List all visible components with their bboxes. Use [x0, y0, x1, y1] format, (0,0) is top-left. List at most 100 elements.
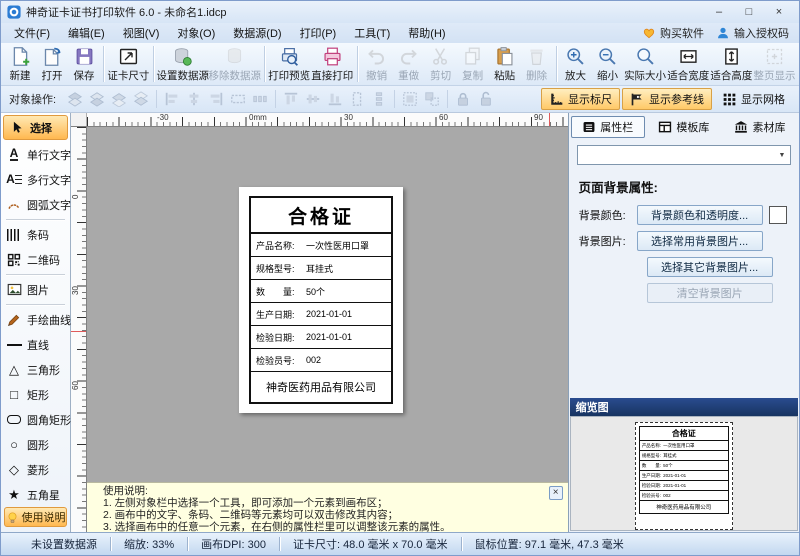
- print-preview-button[interactable]: 打印预览: [268, 44, 311, 84]
- set-datasource-button[interactable]: 设置数据源: [157, 44, 209, 84]
- tool-barcode[interactable]: 条码: [1, 222, 70, 247]
- background-color-button[interactable]: 背景颜色和透明度...: [637, 205, 763, 225]
- certificate-row[interactable]: 生产日期: 2021-01-01: [251, 303, 391, 326]
- menu-tools[interactable]: 工具(T): [345, 23, 399, 43]
- tool-diamond[interactable]: ◇ 菱形: [1, 457, 70, 482]
- tab-templates[interactable]: 模板库: [647, 116, 721, 138]
- tab-materials[interactable]: 素材库: [723, 116, 797, 138]
- group-icon: [400, 90, 420, 108]
- choose-common-background-button[interactable]: 选择常用背景图片...: [637, 231, 763, 251]
- usage-help-button[interactable]: 使用说明: [4, 507, 67, 527]
- maximize-button[interactable]: □: [735, 4, 763, 20]
- menu-file[interactable]: 文件(F): [5, 23, 59, 43]
- thumbnail-card[interactable]: 合格证 产品名称:一次性医用口罩 规格型号:耳挂式 数 量:50个 生产日期:2…: [635, 422, 733, 530]
- tool-image[interactable]: 图片: [1, 277, 70, 302]
- design-canvas[interactable]: 合格证 产品名称: 一次性医用口罩 规格型号: 耳挂式: [87, 127, 568, 482]
- object-selector-dropdown[interactable]: ▼: [577, 145, 791, 165]
- fit-width-button[interactable]: 适合宽度: [667, 44, 710, 84]
- help-box-close-button[interactable]: ×: [549, 486, 563, 500]
- menu-datasource[interactable]: 数据源(D): [224, 23, 290, 43]
- certificate-row[interactable]: 检验日期: 2021-01-01: [251, 326, 391, 349]
- tool-rounded-rectangle[interactable]: 圆角矩形: [1, 407, 70, 432]
- tool-label: 选择: [30, 120, 52, 136]
- tool-circle[interactable]: ○ 圆形: [1, 432, 70, 457]
- undo-icon: [366, 46, 387, 67]
- zoom-in-button[interactable]: 放大: [559, 44, 591, 84]
- certificate-row[interactable]: 数 量: 50个: [251, 280, 391, 303]
- thumbnail-row: 规格型号:耳挂式: [640, 451, 728, 461]
- ruler-icon: [549, 92, 564, 107]
- tool-single-line-text[interactable]: A 单行文字: [1, 142, 70, 167]
- zoom-out-button[interactable]: 缩小: [591, 44, 623, 84]
- new-document-icon: [10, 46, 31, 67]
- open-button[interactable]: 打开: [36, 44, 68, 84]
- row-label: 产品名称:: [256, 239, 306, 252]
- tool-multi-line-text[interactable]: A 多行文字: [1, 167, 70, 192]
- buy-software-link[interactable]: 购买软件: [642, 25, 704, 41]
- show-grid-toggle[interactable]: 显示网格: [714, 88, 793, 110]
- thumbnail-certificate: 合格证 产品名称:一次性医用口罩 规格型号:耳挂式 数 量:50个 生产日期:2…: [639, 426, 729, 514]
- toolbar-label: 打印预览: [268, 68, 310, 83]
- certificate-footer[interactable]: 神奇医药用品有限公司: [251, 372, 391, 402]
- tool-freehand-curve[interactable]: 手绘曲线: [1, 307, 70, 332]
- line-icon: [5, 337, 23, 353]
- fit-height-button[interactable]: 适合高度: [710, 44, 753, 84]
- menu-edit[interactable]: 编辑(E): [59, 23, 114, 43]
- certificate-row[interactable]: 规格型号: 耳挂式: [251, 257, 391, 280]
- tool-palette: 选择 A 单行文字 A 多行文字 圆弧文字 条码 二维码: [1, 113, 71, 532]
- copy-icon: [462, 46, 483, 67]
- cursor-arrow-icon: [8, 120, 26, 136]
- move-layer-up-icon: [109, 90, 129, 108]
- equal-spacing-vertical-icon: [369, 90, 389, 108]
- bring-to-front-icon: [65, 90, 85, 108]
- tab-properties[interactable]: 属性栏: [571, 116, 645, 138]
- certificate-table[interactable]: 合格证 产品名称: 一次性医用口罩 规格型号: 耳挂式: [249, 196, 393, 404]
- row-value: 50个: [306, 285, 325, 298]
- ruler-label: 0: [71, 195, 80, 199]
- minimize-button[interactable]: –: [705, 4, 733, 20]
- align-top-icon: [281, 90, 301, 108]
- direct-print-button[interactable]: 直接打印: [311, 44, 354, 84]
- tool-rectangle[interactable]: □ 矩形: [1, 382, 70, 407]
- background-color-swatch[interactable]: [769, 206, 787, 224]
- enter-license-link[interactable]: 输入授权码: [716, 25, 789, 41]
- menu-view[interactable]: 视图(V): [114, 23, 169, 43]
- move-layer-down-icon: [131, 90, 151, 108]
- align-bottom-icon: [325, 90, 345, 108]
- tool-triangle[interactable]: △ 三角形: [1, 357, 70, 382]
- tool-separator: [6, 219, 65, 220]
- ruler-label: -30: [157, 113, 169, 122]
- choose-other-background-button[interactable]: 选择其它背景图片...: [647, 257, 773, 277]
- menu-print[interactable]: 打印(P): [291, 23, 346, 43]
- new-button[interactable]: 新建: [4, 44, 36, 84]
- toolbar-separator: [153, 46, 154, 82]
- menu-help[interactable]: 帮助(H): [399, 23, 454, 43]
- card-size-button[interactable]: 证卡尺寸: [107, 44, 150, 84]
- tool-qrcode[interactable]: 二维码: [1, 247, 70, 272]
- paste-button[interactable]: 粘贴: [489, 44, 521, 84]
- certificate-row[interactable]: 检验员号: 002: [251, 349, 391, 372]
- objectbar-separator: [156, 90, 157, 108]
- show-guides-toggle[interactable]: 显示参考线: [622, 88, 712, 110]
- toolbar-label: 新建: [10, 68, 31, 83]
- page-background-section-title: 页面背景属性:: [579, 177, 789, 196]
- show-ruler-toggle[interactable]: 显示标尺: [541, 88, 620, 110]
- tool-arc-text[interactable]: 圆弧文字: [1, 192, 70, 217]
- tool-select[interactable]: 选择: [3, 115, 68, 140]
- actual-size-button[interactable]: 实际大小: [623, 44, 666, 84]
- close-button[interactable]: ×: [765, 4, 793, 20]
- toolbar-label: 打开: [42, 68, 63, 83]
- save-button[interactable]: 保存: [68, 44, 100, 84]
- row-value: 一次性医用口罩: [306, 239, 369, 252]
- tool-line[interactable]: 直线: [1, 332, 70, 357]
- certificate-title[interactable]: 合格证: [251, 198, 391, 234]
- menu-object[interactable]: 对象(O): [168, 23, 224, 43]
- status-zoom: 缩放: 33%: [111, 536, 187, 552]
- background-color-label: 背景颜色:: [579, 207, 637, 223]
- tool-star[interactable]: ★ 五角星: [1, 482, 70, 507]
- card-page[interactable]: 合格证 产品名称: 一次性医用口罩 规格型号: 耳挂式: [239, 187, 403, 413]
- tool-separator: [6, 304, 65, 305]
- right-panel: 属性栏 模板库 素材库 ▼ 页面背景属性: 背景颜色: 背景颜色和透明度...: [568, 113, 799, 532]
- certificate-row[interactable]: 产品名称: 一次性医用口罩: [251, 234, 391, 257]
- qrcode-icon: [5, 252, 23, 268]
